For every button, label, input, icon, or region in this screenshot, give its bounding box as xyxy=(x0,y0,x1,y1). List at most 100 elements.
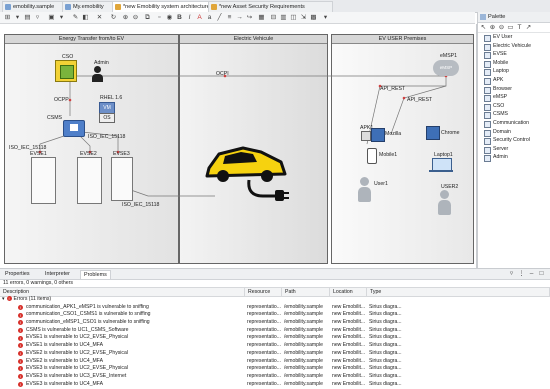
palette-item-csms[interactable]: CSMS xyxy=(478,110,550,120)
column-resource[interactable]: Resource xyxy=(245,288,282,296)
pin-icon[interactable]: ✎ xyxy=(72,14,79,21)
routing-icon[interactable]: ↪ xyxy=(246,14,253,21)
table-row[interactable]: ! EVSE3 is vulnerable to UC4_MFA represent… xyxy=(0,381,550,389)
table-row[interactable]: ! communication_eMSP1_CSO1 is vulnerable … xyxy=(0,319,550,327)
chrome-icon[interactable] xyxy=(426,126,440,140)
zoom-in-tool-icon[interactable]: ⊕ xyxy=(489,24,496,31)
filter-icon[interactable]: ▿ xyxy=(508,270,515,277)
iso-link-ev[interactable] xyxy=(127,188,215,197)
line-color-icon[interactable]: ╱ xyxy=(216,14,223,21)
table-row[interactable]: ! EVSE3 is vulnerable to UC2_EVSE_Physica… xyxy=(0,365,550,373)
tab-problems[interactable]: Problems xyxy=(80,270,111,279)
delete-icon[interactable]: ✕ xyxy=(96,14,103,21)
group-row-errors[interactable]: ▾! Errors (11 items) xyxy=(0,296,550,304)
evse2-icon[interactable] xyxy=(77,157,102,204)
dropdown-icon[interactable]: ▾ xyxy=(14,14,21,21)
palette-item-apk[interactable]: APK xyxy=(478,76,550,85)
row-type: Sirius diagra... xyxy=(369,349,402,356)
mozilla-icon[interactable] xyxy=(371,128,385,142)
palette-item-security-control[interactable]: Security Control xyxy=(478,136,550,146)
line-style-icon[interactable]: ≡ xyxy=(226,14,233,21)
text-tool-icon[interactable]: T xyxy=(516,24,523,31)
palette-item-mobile[interactable]: Mobile xyxy=(478,59,550,68)
palette-item-server[interactable]: Server xyxy=(478,145,550,154)
palette-item-evse[interactable]: EVSE xyxy=(478,50,550,60)
distribute-icon[interactable]: ▥ xyxy=(280,14,287,21)
export-icon[interactable]: ⇲ xyxy=(300,14,307,21)
apk-icon[interactable] xyxy=(361,131,371,141)
csms-server-icon[interactable] xyxy=(63,120,85,137)
tab-emobility-sample[interactable]: emobility.sample xyxy=(2,1,63,12)
table-row[interactable]: ! communication_APK1_eMSP1 is vulnerable … xyxy=(0,304,550,312)
table-row[interactable]: ! EVSE2 is vulnerable to UC2_EVSE_Physica… xyxy=(0,350,550,358)
minimize-icon[interactable]: – xyxy=(528,270,535,277)
zoom-out-icon[interactable]: ⊖ xyxy=(132,14,139,21)
diagram-canvas[interactable]: Energy Transfer from/to EV Electric Vehi… xyxy=(0,24,477,268)
bold-icon[interactable]: B xyxy=(176,14,183,21)
note-tool-icon[interactable]: ▭ xyxy=(507,24,514,31)
table-row[interactable]: ! EVSE1 is vulnerable to UC4_MFA represent… xyxy=(0,342,550,350)
column-description[interactable]: Description xyxy=(0,288,245,296)
iso-label-3: ISO_IEC_15118 xyxy=(122,202,160,208)
column-type[interactable]: Type xyxy=(367,288,550,296)
tab-my-emobility[interactable]: My.emobility xyxy=(62,1,117,12)
palette-item-electric-vehicule[interactable]: Electric Vehicule xyxy=(478,42,550,51)
table-row[interactable]: ! CSMS is vulnerable to UC1_CSMS_Software… xyxy=(0,327,550,335)
arrow-style-icon[interactable]: → xyxy=(236,14,243,21)
italic-icon[interactable]: I xyxy=(186,14,193,21)
font-color-icon[interactable]: A xyxy=(196,14,203,21)
lock-icon[interactable]: ▫ xyxy=(156,14,163,21)
electric-car-icon[interactable] xyxy=(203,134,293,204)
fill-icon[interactable]: ▦ xyxy=(258,14,265,21)
dropdown-icon[interactable]: ▾ xyxy=(322,14,329,21)
filter-icon[interactable]: ▿ xyxy=(34,14,41,21)
column-path[interactable]: Path xyxy=(282,288,330,296)
row-location: new Emobilit... xyxy=(332,372,366,379)
image-icon[interactable]: ▩ xyxy=(310,14,317,21)
palette-item-domain[interactable]: Domain xyxy=(478,128,550,137)
table-row[interactable]: ! EVSE1 is vulnerable to UC2_EVSE_Physica… xyxy=(0,334,550,342)
mobile-icon[interactable] xyxy=(367,148,377,164)
collapse-icon[interactable]: ▾ xyxy=(2,296,5,304)
dropdown-icon[interactable]: ▾ xyxy=(58,14,65,21)
os-icon[interactable]: OS xyxy=(99,113,115,123)
align-icon[interactable]: ⊟ xyxy=(270,14,277,21)
palette-item-admin[interactable]: Admin xyxy=(478,153,550,163)
palette-item-communication[interactable]: Communication xyxy=(478,119,550,128)
user2-icon[interactable] xyxy=(440,190,449,199)
arrange-icon[interactable]: ⊞ xyxy=(4,14,11,21)
cso-chip-icon[interactable] xyxy=(55,60,77,82)
zoom-out-tool-icon[interactable]: ⊖ xyxy=(498,24,505,31)
evse1-icon[interactable] xyxy=(31,157,56,204)
evse3-icon[interactable] xyxy=(111,157,133,201)
palette-color-icon[interactable]: ◉ xyxy=(166,14,173,21)
layers-icon[interactable]: ▤ xyxy=(24,14,31,21)
admin-icon[interactable] xyxy=(94,66,101,73)
table-row[interactable]: ! communication_CSO1_CSMS1 is vulnerable … xyxy=(0,311,550,319)
zoom-in-icon[interactable]: ⊕ xyxy=(122,14,129,21)
palette-item-ev-user[interactable]: EV User xyxy=(478,33,550,42)
tab-asset-security-requirements[interactable]: *new Asset Security Requirements xyxy=(208,1,333,12)
emsp-cloud-icon[interactable]: eMSP xyxy=(433,60,459,76)
refresh-icon[interactable]: ↻ xyxy=(110,14,117,21)
palette-item-cso[interactable]: CSO xyxy=(478,102,550,111)
tab-properties[interactable]: Properties xyxy=(2,270,33,278)
maximize-icon[interactable]: □ xyxy=(538,270,545,277)
table-row[interactable]: ! EVSE3 is vulnerable to UC3_EVSE_Interne… xyxy=(0,373,550,381)
link-tool-icon[interactable]: ↗ xyxy=(525,24,532,31)
view-menu-icon[interactable]: ⋮ xyxy=(518,270,525,277)
table-row[interactable]: ! EVSE2 is vulnerable to UC4_MFA represent… xyxy=(0,358,550,366)
copy-format-icon[interactable]: ⧉ xyxy=(144,14,151,21)
user1-icon[interactable] xyxy=(360,177,369,186)
hide-icon[interactable]: ◧ xyxy=(82,14,89,21)
text-size-icon[interactable]: a xyxy=(206,14,213,21)
select-tool-icon[interactable]: ↖ xyxy=(480,24,487,31)
palette-item-browser[interactable]: Browser xyxy=(478,85,550,94)
tab-interpreter[interactable]: Interpreter xyxy=(42,270,73,278)
palette-item-emsp[interactable]: eMSP xyxy=(478,93,550,103)
palette-item-laptop[interactable]: Laptop xyxy=(478,67,550,77)
size-icon[interactable]: ◫ xyxy=(290,14,297,21)
column-location[interactable]: Location xyxy=(330,288,367,296)
tab-system-architecture[interactable]: *new Emobility system architecture xyxy=(112,1,213,12)
select-icon[interactable]: ▣ xyxy=(48,14,55,21)
